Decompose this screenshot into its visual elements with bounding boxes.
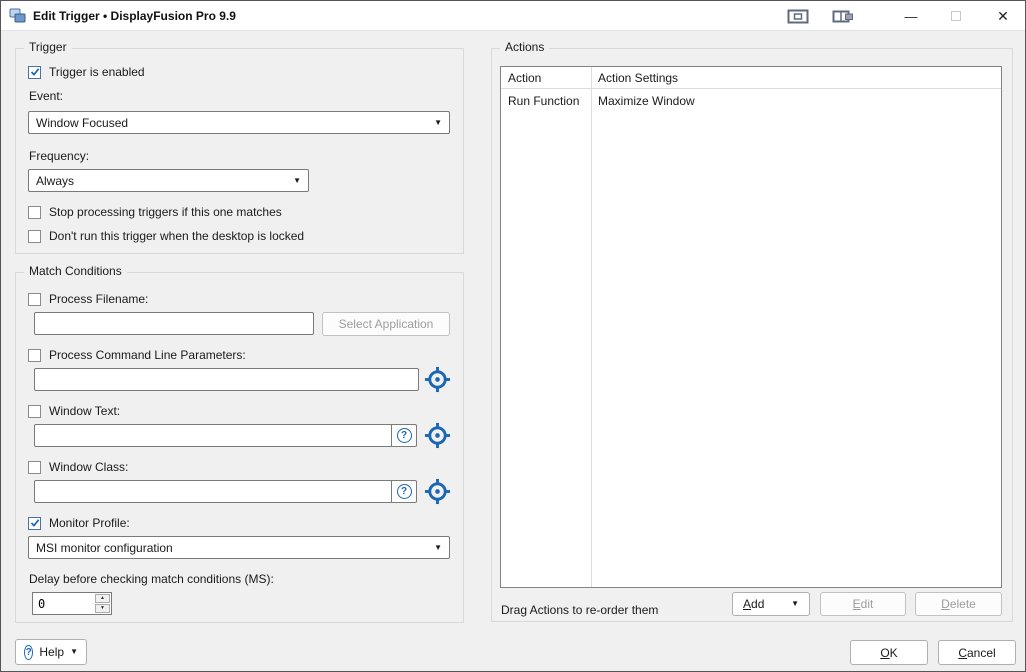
move-to-monitor-icon[interactable] xyxy=(826,1,860,31)
trigger-group-legend: Trigger xyxy=(24,40,72,54)
match-conditions-legend: Match Conditions xyxy=(24,264,127,278)
process-cmdline-input[interactable] xyxy=(34,368,419,391)
window-picker-target-icon[interactable] xyxy=(424,366,451,393)
span-monitors-icon[interactable] xyxy=(781,1,815,31)
question-icon: ? xyxy=(397,428,412,443)
titlebar[interactable]: Edit Trigger • DisplayFusion Pro 9.9 — ✕ xyxy=(1,1,1025,31)
delay-spinner[interactable]: ▲ ▼ xyxy=(32,592,112,615)
drag-hint-text: Drag Actions to re-order them xyxy=(501,598,658,622)
trigger-group: Trigger Trigger is enabled Event: Window… xyxy=(15,48,464,254)
chevron-down-icon: ▼ xyxy=(434,544,442,552)
add-button-label: Add xyxy=(743,597,764,611)
stop-processing-checkbox-row[interactable]: Stop processing triggers if this one mat… xyxy=(28,205,282,219)
edit-button-label: Edit xyxy=(853,597,874,611)
dont-run-locked-label: Don't run this trigger when the desktop … xyxy=(49,229,304,243)
window-class-input[interactable] xyxy=(34,480,392,503)
help-button[interactable]: ? Help ▼ xyxy=(15,639,87,665)
column-separator xyxy=(591,67,592,587)
spin-down-icon: ▼ xyxy=(100,606,105,611)
edit-trigger-dialog: Edit Trigger • DisplayFusion Pro 9.9 — ✕… xyxy=(0,0,1026,672)
column-header-action: Action xyxy=(508,67,541,89)
trigger-enabled-label: Trigger is enabled xyxy=(49,65,145,79)
check-icon xyxy=(30,67,40,77)
monitor-profile-value: MSI monitor configuration xyxy=(36,541,434,555)
process-cmdline-label: Process Command Line Parameters: xyxy=(49,348,246,362)
select-application-button[interactable]: Select Application xyxy=(322,312,450,336)
window-text-label: Window Text: xyxy=(49,404,120,418)
check-icon xyxy=(30,518,40,528)
cancel-button[interactable]: Cancel xyxy=(938,640,1016,665)
monitor-profile-combobox[interactable]: MSI monitor configuration ▼ xyxy=(28,536,450,559)
minimize-button[interactable]: — xyxy=(894,1,928,31)
monitor-profile-checkbox-row[interactable]: Monitor Profile: xyxy=(28,516,130,530)
help-button-label: Help xyxy=(39,645,64,659)
chevron-down-icon: ▼ xyxy=(293,177,301,185)
window-class-help-button[interactable]: ? xyxy=(392,480,417,503)
process-cmdline-checkbox-row[interactable]: Process Command Line Parameters: xyxy=(28,348,246,362)
window-class-checkbox-row[interactable]: Window Class: xyxy=(28,460,128,474)
app-icon xyxy=(9,8,27,24)
window-class-label: Window Class: xyxy=(49,460,128,474)
close-button[interactable]: ✕ xyxy=(984,1,1022,31)
stop-processing-label: Stop processing triggers if this one mat… xyxy=(49,205,282,219)
edit-action-button[interactable]: Edit xyxy=(820,592,906,616)
window-class-checkbox[interactable] xyxy=(28,461,41,474)
actions-group-legend: Actions xyxy=(500,40,549,54)
window-text-checkbox-row[interactable]: Window Text: xyxy=(28,404,120,418)
select-application-label: Select Application xyxy=(339,317,434,331)
actions-table-header: Action Action Settings xyxy=(501,67,1001,89)
frequency-value: Always xyxy=(36,174,293,188)
trigger-enabled-checkbox[interactable] xyxy=(28,66,41,79)
delete-action-button[interactable]: Delete xyxy=(915,592,1002,616)
event-combobox[interactable]: Window Focused ▼ xyxy=(28,111,450,134)
chevron-down-icon: ▼ xyxy=(434,119,442,127)
frequency-combobox[interactable]: Always ▼ xyxy=(28,169,309,192)
process-cmdline-checkbox[interactable] xyxy=(28,349,41,362)
delay-input[interactable] xyxy=(33,593,95,614)
actions-group: Actions Action Action Settings Run Funct… xyxy=(491,48,1013,622)
cancel-button-label: Cancel xyxy=(958,646,995,660)
delete-button-label: Delete xyxy=(941,597,976,611)
process-filename-checkbox[interactable] xyxy=(28,293,41,306)
window-picker-target-icon[interactable] xyxy=(424,478,451,505)
monitor-profile-label: Monitor Profile: xyxy=(49,516,130,530)
process-filename-checkbox-row[interactable]: Process Filename: xyxy=(28,292,148,306)
spin-up-icon: ▲ xyxy=(100,596,105,601)
window-text-input[interactable] xyxy=(34,424,392,447)
process-filename-label: Process Filename: xyxy=(49,292,148,306)
close-icon: ✕ xyxy=(997,8,1009,25)
question-icon: ? xyxy=(397,484,412,499)
chevron-down-icon: ▼ xyxy=(70,648,78,656)
process-filename-input[interactable] xyxy=(34,312,314,335)
maximize-button[interactable] xyxy=(939,1,973,31)
stop-processing-checkbox[interactable] xyxy=(28,206,41,219)
spin-up-button[interactable]: ▲ xyxy=(95,594,110,603)
delay-label: Delay before checking match conditions (… xyxy=(29,572,274,586)
ok-button[interactable]: OK xyxy=(850,640,928,665)
spin-down-button[interactable]: ▼ xyxy=(95,604,110,613)
add-action-button[interactable]: Add ▼ xyxy=(732,592,810,616)
window-text-checkbox[interactable] xyxy=(28,405,41,418)
ok-button-label: OK xyxy=(880,646,897,660)
event-value: Window Focused xyxy=(36,116,434,130)
help-icon: ? xyxy=(24,645,33,660)
monitor-profile-checkbox[interactable] xyxy=(28,517,41,530)
action-row[interactable]: Run Function Maximize Window xyxy=(501,90,1001,112)
action-settings-cell: Maximize Window xyxy=(598,90,695,112)
actions-table[interactable]: Action Action Settings Run Function Maxi… xyxy=(500,66,1002,588)
action-cell: Run Function xyxy=(508,90,579,112)
event-label: Event: xyxy=(29,89,63,103)
window-text-help-button[interactable]: ? xyxy=(392,424,417,447)
dont-run-locked-checkbox-row[interactable]: Don't run this trigger when the desktop … xyxy=(28,229,304,243)
frequency-label: Frequency: xyxy=(29,149,89,163)
trigger-enabled-checkbox-row[interactable]: Trigger is enabled xyxy=(28,65,145,79)
match-conditions-group: Match Conditions Process Filename: Selec… xyxy=(15,272,464,623)
minimize-icon: — xyxy=(905,9,918,24)
chevron-down-icon: ▼ xyxy=(791,600,799,608)
column-header-action-settings: Action Settings xyxy=(598,67,678,89)
window-picker-target-icon[interactable] xyxy=(424,422,451,449)
window-title: Edit Trigger • DisplayFusion Pro 9.9 xyxy=(33,1,236,31)
maximize-icon xyxy=(951,11,961,21)
dont-run-locked-checkbox[interactable] xyxy=(28,230,41,243)
